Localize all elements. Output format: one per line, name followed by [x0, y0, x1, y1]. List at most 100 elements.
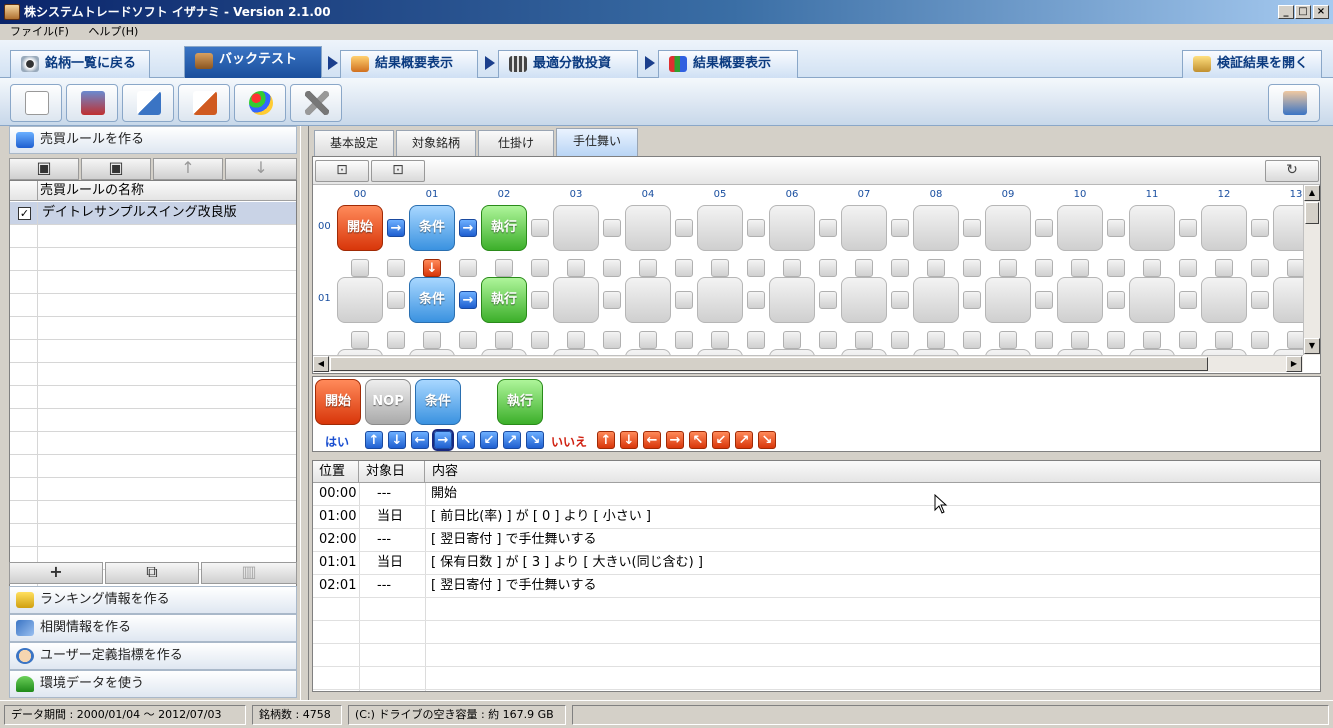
table-row[interactable]: 01:00 当日 [ 前日比(率) ] が [ 0 ] より [ 小さい ] [313, 506, 1320, 529]
connector-cell[interactable] [1287, 259, 1303, 277]
tab-stock-list[interactable]: 銘柄一覧に戻る [10, 50, 150, 78]
no-arrow-down-right-icon[interactable]: ↘ [758, 431, 776, 449]
flow-cell[interactable] [1201, 205, 1247, 251]
connector-cell[interactable] [351, 259, 369, 277]
connector-cell[interactable] [999, 331, 1017, 349]
correlation-section-header[interactable]: 相関情報を作る [9, 614, 297, 642]
no-arrow-left-icon[interactable]: ← [643, 431, 661, 449]
connector-cell[interactable] [387, 331, 405, 349]
rule-section-header[interactable]: 売買ルールを作る [9, 126, 297, 154]
connector-cell[interactable] [1035, 219, 1053, 237]
flow-cell[interactable] [841, 277, 887, 323]
table-row[interactable]: 01:01 当日 [ 保有日数 ] が [ 3 ] より [ 大きい(同じ含む) ] [313, 552, 1320, 575]
connector-cell[interactable] [1251, 219, 1269, 237]
flow-export-button[interactable]: ⊡ [371, 160, 425, 182]
connector-cell[interactable] [711, 259, 729, 277]
connector-cell[interactable] [459, 331, 477, 349]
no-arrow-right-icon[interactable]: → [666, 431, 684, 449]
connector-cell[interactable] [567, 331, 585, 349]
new-rule-button[interactable] [10, 84, 62, 122]
connector-cell[interactable] [783, 331, 801, 349]
scroll-down-arrow-icon[interactable]: ▼ [1304, 338, 1320, 354]
connector-cell[interactable] [531, 259, 549, 277]
yes-arrow-right-icon[interactable]: → [432, 429, 454, 451]
tab-result-summary-1[interactable]: 結果概要表示 [340, 50, 478, 78]
connector-cell[interactable] [819, 219, 837, 237]
connector-cell[interactable] [495, 331, 513, 349]
connector-cell[interactable] [639, 259, 657, 277]
connector-cell[interactable] [891, 219, 909, 237]
flow-cell[interactable] [985, 277, 1031, 323]
connector-cell[interactable] [495, 259, 513, 277]
connector-cell[interactable] [1035, 259, 1053, 277]
flow-cell[interactable] [553, 277, 599, 323]
no-arrow-down-left-icon[interactable]: ↙ [712, 431, 730, 449]
menu-help[interactable]: ヘルプ(H) [88, 25, 138, 38]
flow-refresh-button[interactable]: ↻ [1265, 160, 1319, 182]
menu-file[interactable]: ファイル(F) [10, 25, 69, 38]
rule-row[interactable]: ✓ デイトレサンプルスイング改良版 [10, 202, 296, 225]
delete-rule-button[interactable]: ▥ [201, 562, 297, 584]
palette-execute-node[interactable]: 執行 [497, 379, 543, 425]
tab-entry[interactable]: 仕掛け [478, 130, 554, 156]
yes-arrow-down-icon[interactable]: ↓ [388, 431, 406, 449]
connector-cell[interactable] [531, 291, 549, 309]
flow-cell[interactable] [1057, 277, 1103, 323]
connector-cell[interactable] [639, 331, 657, 349]
table-row[interactable]: 02:00 --- [ 翌日寄付 ] で手仕舞いする [313, 529, 1320, 552]
flow-cell[interactable] [1057, 205, 1103, 251]
connector-cell[interactable] [1107, 219, 1125, 237]
connector-cell[interactable] [819, 331, 837, 349]
rule-checkbox[interactable]: ✓ [18, 207, 31, 220]
palette-condition-node[interactable]: 条件 [415, 379, 461, 425]
yes-arrow-left-icon[interactable]: ← [411, 431, 429, 449]
flow-cell[interactable] [1273, 205, 1303, 251]
connector-cell[interactable] [1143, 331, 1161, 349]
yes-arrow-down-right-icon[interactable]: ↘ [526, 431, 544, 449]
connector-cell[interactable] [927, 331, 945, 349]
maximize-button[interactable]: □ [1295, 5, 1311, 19]
connector-cell[interactable] [603, 331, 621, 349]
connector-cell[interactable] [387, 291, 405, 309]
connector-cell[interactable] [675, 331, 693, 349]
move-down-button[interactable]: ↓ [225, 158, 297, 180]
connector-cell[interactable] [1251, 259, 1269, 277]
yes-arrow-up-right-icon[interactable]: ↗ [503, 431, 521, 449]
import-button[interactable] [178, 84, 230, 122]
flow-start-node[interactable]: 開始 [337, 205, 383, 251]
h-scroll-thumb[interactable] [330, 357, 1208, 371]
connector-cell[interactable] [999, 259, 1017, 277]
flow-cell[interactable] [697, 205, 743, 251]
scroll-thumb[interactable] [1305, 202, 1319, 224]
connector-cell[interactable] [351, 331, 369, 349]
no-arrow-up-right-icon[interactable]: ↗ [735, 431, 753, 449]
tools-button[interactable] [290, 84, 342, 122]
connector-cell[interactable] [603, 219, 621, 237]
connector-cell[interactable] [1035, 291, 1053, 309]
flow-execute-node[interactable]: 執行 [481, 205, 527, 251]
palette-nop-node[interactable]: NOP [365, 379, 411, 425]
connector-cell[interactable] [1071, 259, 1089, 277]
connector-cell[interactable] [423, 331, 441, 349]
pane-splitter[interactable] [300, 126, 309, 700]
connector-cell[interactable] [747, 331, 765, 349]
connector-cell[interactable] [1215, 331, 1233, 349]
flow-cell[interactable] [1273, 277, 1303, 323]
tab-backtest[interactable]: バックテスト [184, 46, 322, 78]
connector-cell[interactable] [1215, 259, 1233, 277]
flow-cell[interactable] [625, 277, 671, 323]
palette-button[interactable] [234, 84, 286, 122]
no-arrow-down-icon[interactable]: ↓ [620, 431, 638, 449]
connector-cell[interactable] [531, 219, 549, 237]
flow-cell[interactable] [625, 205, 671, 251]
flow-cell[interactable] [913, 277, 959, 323]
no-arrow-up-icon[interactable]: ↑ [597, 431, 615, 449]
connector-cell[interactable] [459, 259, 477, 277]
flow-cell[interactable] [913, 205, 959, 251]
connector-cell[interactable] [891, 291, 909, 309]
connector-cell[interactable] [1143, 259, 1161, 277]
flow-execute-node[interactable]: 執行 [481, 277, 527, 323]
connector-cell[interactable] [1287, 331, 1303, 349]
flow-cell[interactable] [1129, 277, 1175, 323]
connector-cell[interactable] [675, 259, 693, 277]
